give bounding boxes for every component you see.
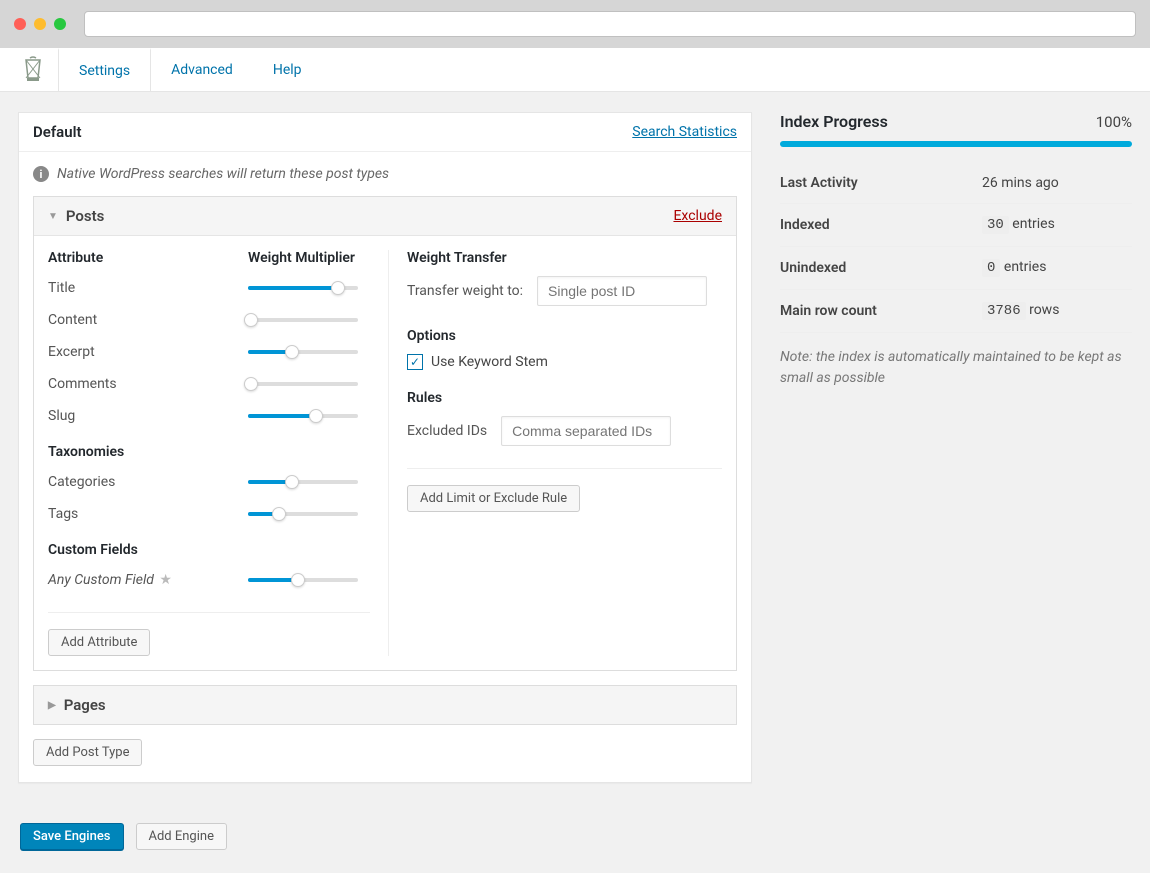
rules-header: Rules — [407, 390, 722, 406]
window-close-icon[interactable] — [14, 18, 26, 30]
attr-title-label: Title — [48, 280, 248, 296]
attr-content-slider[interactable] — [248, 318, 358, 322]
keyword-stem-label: Use Keyword Stem — [431, 354, 548, 370]
posts-title: Posts — [66, 207, 104, 225]
indexed-label: Indexed — [780, 217, 830, 233]
pages-toggle[interactable]: ▶ Pages — [34, 686, 736, 724]
weight-mult-header: Weight Multiplier — [248, 250, 355, 266]
main-row-value: 3786 rows — [982, 302, 1132, 320]
attribute-header: Attribute — [48, 250, 248, 266]
tax-categories-slider[interactable] — [248, 480, 358, 484]
attr-slug-label: Slug — [48, 408, 248, 424]
exclude-link[interactable]: Exclude — [673, 208, 722, 224]
attr-excerpt-slider[interactable] — [248, 350, 358, 354]
indexed-value: 30 entries — [982, 216, 1132, 234]
any-custom-field-label: Any Custom Field ★ — [48, 572, 248, 588]
tax-categories-label: Categories — [48, 474, 248, 490]
posts-panel: ▼ Posts Exclude Attribute Weight Multipl… — [33, 196, 737, 671]
tax-tags-slider[interactable] — [248, 512, 358, 516]
pages-title: Pages — [64, 696, 106, 714]
attr-title-slider[interactable] — [248, 286, 358, 290]
divider — [407, 468, 722, 469]
divider — [48, 612, 370, 613]
excluded-ids-label: Excluded IDs — [407, 423, 487, 439]
index-progress-percent: 100% — [1096, 113, 1132, 131]
last-activity-value: 26 mins ago — [982, 175, 1132, 191]
custom-field-slider[interactable] — [248, 578, 358, 582]
add-post-type-button[interactable]: Add Post Type — [33, 739, 142, 766]
keyword-stem-checkbox[interactable]: ✓ — [407, 354, 423, 370]
unindexed-value: 0 entries — [982, 259, 1132, 277]
transfer-to-input[interactable] — [537, 276, 707, 306]
transfer-to-label: Transfer weight to: — [407, 283, 523, 299]
info-icon: i — [33, 166, 49, 182]
unindexed-label: Unindexed — [780, 260, 846, 276]
last-activity-label: Last Activity — [780, 175, 858, 191]
attr-slug-slider[interactable] — [248, 414, 358, 418]
add-rule-button[interactable]: Add Limit or Exclude Rule — [407, 485, 580, 512]
window-zoom-icon[interactable] — [54, 18, 66, 30]
attr-comments-slider[interactable] — [248, 382, 358, 386]
progress-bar — [780, 141, 1132, 147]
window-minimize-icon[interactable] — [34, 18, 46, 30]
tab-help[interactable]: Help — [253, 48, 322, 91]
index-progress-title: Index Progress — [780, 112, 888, 131]
browser-chrome — [0, 0, 1150, 48]
attr-content-label: Content — [48, 312, 248, 328]
options-header: Options — [407, 328, 722, 344]
engine-title: Default — [33, 123, 82, 141]
tab-settings[interactable]: Settings — [58, 48, 151, 91]
tax-tags-label: Tags — [48, 506, 248, 522]
taxonomies-header: Taxonomies — [48, 444, 370, 460]
add-engine-button[interactable]: Add Engine — [136, 823, 227, 850]
app-logo — [16, 48, 58, 91]
posts-toggle[interactable]: ▼ Posts Exclude — [34, 197, 736, 236]
attr-comments-label: Comments — [48, 376, 248, 392]
add-attribute-button[interactable]: Add Attribute — [48, 629, 150, 656]
lantern-icon — [22, 56, 44, 84]
engine-panel: Default Search Statistics i Native WordP… — [18, 112, 752, 783]
tab-advanced[interactable]: Advanced — [151, 48, 253, 91]
search-statistics-link[interactable]: Search Statistics — [632, 124, 737, 140]
index-progress-sidebar: Index Progress 100% Last Activity 26 min… — [780, 112, 1132, 803]
chevron-down-icon: ▼ — [48, 211, 58, 222]
tab-bar: Settings Advanced Help — [0, 48, 1150, 92]
index-note: Note: the index is automatically maintai… — [780, 347, 1132, 389]
chevron-right-icon: ▶ — [48, 700, 56, 711]
native-search-note: Native WordPress searches will return th… — [57, 166, 389, 182]
progress-fill — [780, 141, 1132, 147]
main-row-label: Main row count — [780, 303, 877, 319]
save-engines-button[interactable]: Save Engines — [20, 823, 124, 850]
attr-excerpt-label: Excerpt — [48, 344, 248, 360]
pages-panel: ▶ Pages — [33, 685, 737, 725]
custom-fields-header: Custom Fields — [48, 542, 370, 558]
weight-transfer-header: Weight Transfer — [407, 250, 722, 266]
excluded-ids-input[interactable] — [501, 416, 671, 446]
star-icon: ★ — [159, 572, 172, 588]
address-bar[interactable] — [84, 11, 1136, 37]
